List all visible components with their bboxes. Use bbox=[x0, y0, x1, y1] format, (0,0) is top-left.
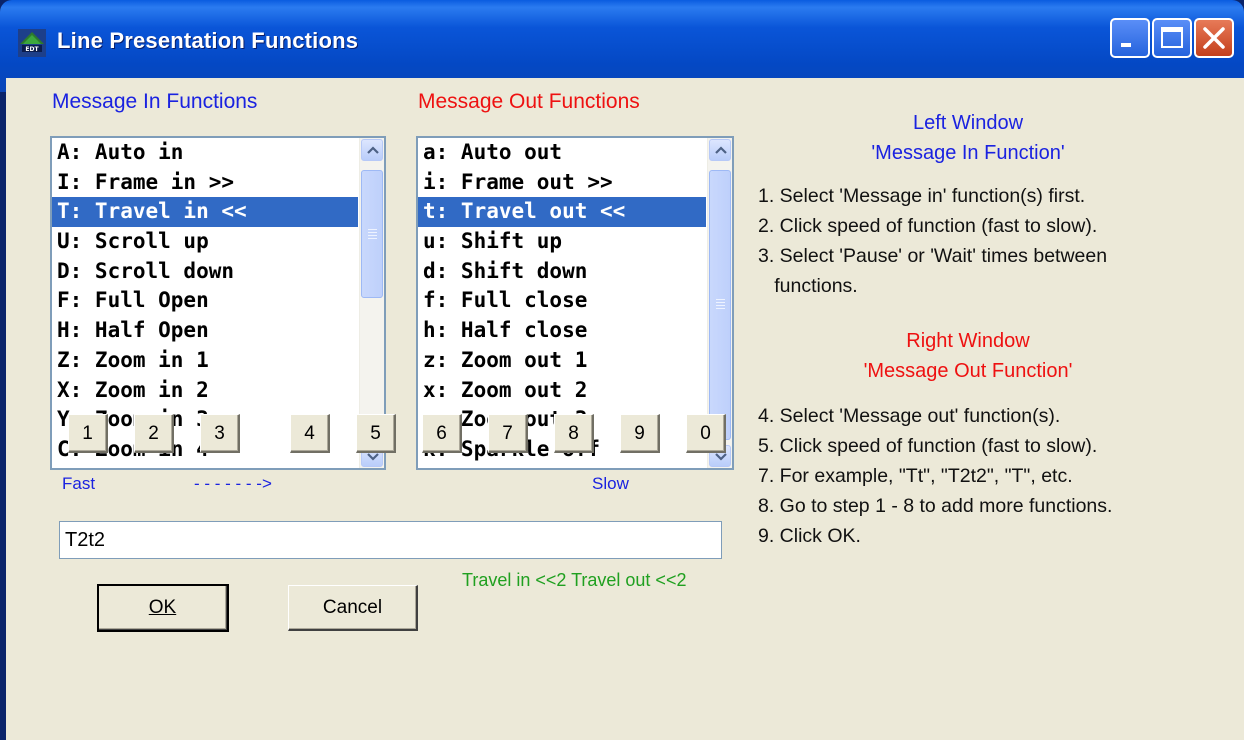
dialog-client-area: Message In Functions Message Out Functio… bbox=[6, 78, 1244, 740]
list-item[interactable]: F: Full Open bbox=[52, 286, 358, 316]
right-window-title: Right Window 'Message Out Function' bbox=[758, 326, 1178, 386]
instruction-step: 7. For example, "Tt", "T2t2", "T", etc. bbox=[758, 465, 1073, 487]
ok-button[interactable]: OK bbox=[97, 584, 229, 632]
list-item[interactable]: I: Frame in >> bbox=[52, 168, 358, 198]
left-window-title-line2: 'Message In Function' bbox=[871, 142, 1065, 164]
instruction-step: functions. bbox=[758, 275, 858, 297]
speed-button-8[interactable]: 8 bbox=[554, 414, 594, 453]
list-item[interactable]: i: Frame out >> bbox=[418, 168, 706, 198]
instruction-step: 2. Click speed of function (fast to slow… bbox=[758, 215, 1098, 237]
speed-button-0[interactable]: 0 bbox=[686, 414, 726, 453]
slow-label: Slow bbox=[592, 474, 629, 493]
speed-button-7[interactable]: 7 bbox=[488, 414, 528, 453]
instruction-step: 8. Go to step 1 - 8 to add more function… bbox=[758, 495, 1113, 517]
cancel-label: Cancel bbox=[322, 597, 383, 618]
list-item[interactable]: u: Shift up bbox=[418, 227, 706, 257]
list-item[interactable]: H: Half Open bbox=[52, 316, 358, 346]
left-window-title-line1: Left Window bbox=[912, 112, 1024, 134]
function-code-input[interactable]: T2t2 bbox=[59, 521, 722, 559]
window-title: Line Presentation Functions bbox=[57, 28, 359, 53]
speed-button-4[interactable]: 4 bbox=[290, 414, 330, 453]
chevron-down-icon bbox=[715, 453, 727, 461]
speed-button-6[interactable]: 6 bbox=[422, 414, 462, 453]
speed-button-3[interactable]: 3 bbox=[200, 414, 240, 453]
instruction-step: 5. Click speed of function (fast to slow… bbox=[758, 435, 1098, 457]
app-icon-label: EDT bbox=[25, 46, 39, 53]
chevron-up-icon bbox=[367, 146, 379, 154]
scroll-thumb[interactable] bbox=[709, 170, 731, 440]
speed-button-5[interactable]: 5 bbox=[356, 414, 396, 453]
close-icon bbox=[1203, 27, 1225, 49]
speed-button-2[interactable]: 2 bbox=[134, 414, 174, 453]
scroll-up-button[interactable] bbox=[361, 139, 383, 161]
maximize-button[interactable] bbox=[1152, 18, 1192, 58]
list-item[interactable]: D: Scroll down bbox=[52, 257, 358, 287]
maximize-icon bbox=[1161, 27, 1183, 48]
list-item[interactable]: X: Zoom in 2 bbox=[52, 376, 358, 406]
out-functions-header: Message Out Functions bbox=[418, 90, 640, 113]
list-item[interactable]: t: Travel out << bbox=[418, 197, 706, 228]
speed-button-9[interactable]: 9 bbox=[620, 414, 660, 453]
right-window-title-line1: Right Window bbox=[906, 330, 1030, 352]
app-icon: EDT bbox=[18, 29, 46, 57]
chevron-up-icon bbox=[715, 146, 727, 154]
speed-arrow: - - - - - - -> bbox=[194, 474, 272, 493]
right-window-title-line2: 'Message Out Function' bbox=[863, 360, 1073, 382]
scroll-up-button[interactable] bbox=[709, 139, 731, 161]
ok-label: OK bbox=[148, 597, 177, 618]
cancel-button[interactable]: Cancel bbox=[288, 585, 418, 631]
scroll-thumb[interactable] bbox=[361, 170, 383, 298]
instruction-step: 1. Select 'Message in' function(s) first… bbox=[758, 185, 1086, 207]
left-window-title: Left Window 'Message In Function' bbox=[758, 108, 1178, 168]
chevron-down-icon bbox=[367, 453, 379, 461]
close-button[interactable] bbox=[1194, 18, 1234, 58]
list-item[interactable]: a: Auto out bbox=[418, 138, 706, 168]
speed-button-1[interactable]: 1 bbox=[68, 414, 108, 453]
function-summary: Travel in <<2 Travel out <<2 bbox=[462, 570, 687, 590]
in-functions-header: Message In Functions bbox=[52, 90, 258, 113]
list-item[interactable]: h: Half close bbox=[418, 316, 706, 346]
list-item[interactable]: d: Shift down bbox=[418, 257, 706, 287]
minimize-button[interactable] bbox=[1110, 18, 1150, 58]
list-item[interactable]: x: Zoom out 2 bbox=[418, 376, 706, 406]
instruction-step: 4. Select 'Message out' function(s). bbox=[758, 405, 1061, 427]
dialog-window: EDT Line Presentation Functions Message … bbox=[0, 0, 1244, 740]
right-instructions: 4. Select 'Message out' function(s). 5. … bbox=[758, 401, 1112, 551]
list-item[interactable]: A: Auto in bbox=[52, 138, 358, 168]
instruction-step: 3. Select 'Pause' or 'Wait' times betwee… bbox=[758, 245, 1108, 267]
list-item[interactable]: U: Scroll up bbox=[52, 227, 358, 257]
list-item[interactable]: z: Zoom out 1 bbox=[418, 346, 706, 376]
fast-label: Fast bbox=[62, 474, 96, 493]
instruction-step: 9. Click OK. bbox=[758, 525, 861, 547]
list-item[interactable]: T: Travel in << bbox=[52, 197, 358, 228]
list-item[interactable]: f: Full close bbox=[418, 286, 706, 316]
left-instructions: 1. Select 'Message in' function(s) first… bbox=[758, 181, 1107, 301]
minimize-icon bbox=[1121, 43, 1131, 47]
list-item[interactable]: Z: Zoom in 1 bbox=[52, 346, 358, 376]
